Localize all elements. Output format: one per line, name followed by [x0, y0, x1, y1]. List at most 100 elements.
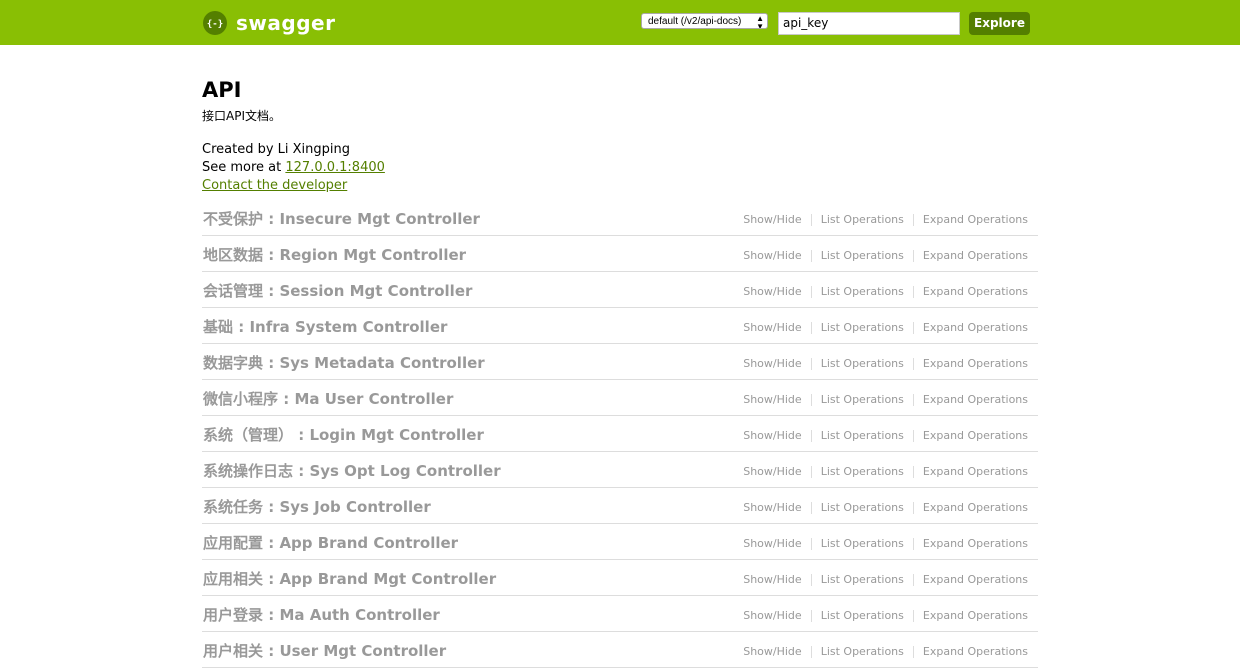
operations-divider — [912, 285, 914, 298]
api-title: API — [202, 78, 242, 102]
operations-divider — [912, 645, 914, 658]
contact-developer-link[interactable]: Contact the developer — [202, 178, 347, 193]
operations-divider — [912, 501, 914, 514]
list-operations-link[interactable]: List Operations — [821, 537, 904, 550]
expand-operations-link[interactable]: Expand Operations — [923, 537, 1028, 550]
operations-divider — [912, 249, 914, 262]
resource-name-link[interactable]: 地区数据 : Region Mgt Controller — [203, 244, 466, 265]
api-key-input[interactable]: api_key — [778, 12, 960, 35]
resource-name-link[interactable]: 会话管理 : Session Mgt Controller — [203, 280, 472, 301]
list-operations-link[interactable]: List Operations — [821, 285, 904, 298]
resource-operations: Show/Hide List Operations Expand Operation… — [743, 429, 1028, 442]
expand-operations-link[interactable]: Expand Operations — [923, 321, 1028, 334]
list-operations-link[interactable]: List Operations — [821, 429, 904, 442]
brand-name: swagger — [236, 11, 336, 35]
operations-divider — [810, 501, 812, 514]
show-hide-link[interactable]: Show/Hide — [743, 609, 801, 622]
show-hide-link[interactable]: Show/Hide — [743, 645, 801, 658]
resource-name-link[interactable]: 系统任务 : Sys Job Controller — [203, 496, 431, 517]
resource-row: 数据字典 : Sys Metadata Controller Show/Hide L… — [202, 344, 1038, 380]
list-operations-link[interactable]: List Operations — [821, 357, 904, 370]
resource-operations: Show/Hide List Operations Expand Operation… — [743, 285, 1028, 298]
list-operations-link[interactable]: List Operations — [821, 465, 904, 478]
resource-name-link[interactable]: 应用配置 : App Brand Controller — [203, 532, 458, 553]
resource-name-link[interactable]: 不受保护 : Insecure Mgt Controller — [203, 208, 480, 229]
operations-divider — [912, 213, 914, 226]
api-description: 接口API文档。 — [202, 109, 281, 123]
resource-name-link[interactable]: 应用相关 : App Brand Mgt Controller — [203, 568, 496, 589]
explore-button[interactable]: Explore — [969, 12, 1030, 35]
resource-name-link[interactable]: 用户相关 : User Mgt Controller — [203, 640, 446, 661]
resource-row: 会话管理 : Session Mgt Controller Show/Hide Li… — [202, 272, 1038, 308]
expand-operations-link[interactable]: Expand Operations — [923, 609, 1028, 622]
list-operations-link[interactable]: List Operations — [821, 609, 904, 622]
list-operations-link[interactable]: List Operations — [821, 501, 904, 514]
show-hide-link[interactable]: Show/Hide — [743, 393, 801, 406]
show-hide-link[interactable]: Show/Hide — [743, 501, 801, 514]
resource-operations: Show/Hide List Operations Expand Operation… — [743, 537, 1028, 550]
resource-row: 地区数据 : Region Mgt Controller Show/Hide Lis… — [202, 236, 1038, 272]
operations-divider — [810, 213, 812, 226]
list-operations-link[interactable]: List Operations — [821, 249, 904, 262]
list-operations-link[interactable]: List Operations — [821, 645, 904, 658]
expand-operations-link[interactable]: Expand Operations — [923, 249, 1028, 262]
api-info: API 接口API文档。 Created by Li Xingping See … — [202, 76, 802, 195]
resource-name-link[interactable]: 数据字典 : Sys Metadata Controller — [203, 352, 485, 373]
resource-row: 应用配置 : App Brand Controller Show/Hide List… — [202, 524, 1038, 560]
operations-divider — [810, 573, 812, 586]
top-bar: {-} swagger default (/v2/api-docs) ▲ ▼ ap… — [0, 0, 1240, 45]
resource-operations: Show/Hide List Operations Expand Operation… — [743, 213, 1028, 226]
expand-operations-link[interactable]: Expand Operations — [923, 285, 1028, 298]
spec-url-select[interactable]: default (/v2/api-docs) ▲ ▼ — [641, 13, 768, 29]
swagger-logo[interactable]: {-} swagger — [203, 10, 335, 36]
see-more-prefix: See more at — [202, 160, 286, 175]
operations-divider — [912, 465, 914, 478]
show-hide-link[interactable]: Show/Hide — [743, 285, 801, 298]
see-more: See more at 127.0.0.1:8400 — [202, 159, 802, 177]
show-hide-link[interactable]: Show/Hide — [743, 537, 801, 550]
resource-name-link[interactable]: 基础 : Infra System Controller — [203, 316, 447, 337]
resource-operations: Show/Hide List Operations Expand Operation… — [743, 357, 1028, 370]
expand-operations-link[interactable]: Expand Operations — [923, 465, 1028, 478]
show-hide-link[interactable]: Show/Hide — [743, 465, 801, 478]
expand-operations-link[interactable]: Expand Operations — [923, 213, 1028, 226]
resource-row: 系统操作日志 : Sys Opt Log Controller Show/Hide… — [202, 452, 1038, 488]
resource-operations: Show/Hide List Operations Expand Operation… — [743, 249, 1028, 262]
resource-operations: Show/Hide List Operations Expand Operation… — [743, 645, 1028, 658]
expand-operations-link[interactable]: Expand Operations — [923, 501, 1028, 514]
expand-operations-link[interactable]: Expand Operations — [923, 645, 1028, 658]
expand-operations-link[interactable]: Expand Operations — [923, 357, 1028, 370]
operations-divider — [810, 285, 812, 298]
operations-divider — [912, 609, 914, 622]
resource-row: 微信小程序 : Ma User Controller Show/Hide List … — [202, 380, 1038, 416]
resource-name-link[interactable]: 用户登录 : Ma Auth Controller — [203, 604, 440, 625]
list-operations-link[interactable]: List Operations — [821, 573, 904, 586]
resource-operations: Show/Hide List Operations Expand Operation… — [743, 465, 1028, 478]
expand-operations-link[interactable]: Expand Operations — [923, 573, 1028, 586]
operations-divider — [810, 429, 812, 442]
operations-divider — [912, 429, 914, 442]
see-more-link[interactable]: 127.0.0.1:8400 — [285, 160, 385, 175]
list-operations-link[interactable]: List Operations — [821, 321, 904, 334]
list-operations-link[interactable]: List Operations — [821, 393, 904, 406]
show-hide-link[interactable]: Show/Hide — [743, 213, 801, 226]
expand-operations-link[interactable]: Expand Operations — [923, 393, 1028, 406]
resource-name-link[interactable]: 系统（管理） : Login Mgt Controller — [203, 424, 484, 445]
resource-name-link[interactable]: 系统操作日志 : Sys Opt Log Controller — [203, 460, 501, 481]
show-hide-link[interactable]: Show/Hide — [743, 573, 801, 586]
list-operations-link[interactable]: List Operations — [821, 213, 904, 226]
resource-row: 系统任务 : Sys Job Controller Show/Hide List O… — [202, 488, 1038, 524]
show-hide-link[interactable]: Show/Hide — [743, 321, 801, 334]
resource-operations: Show/Hide List Operations Expand Operation… — [743, 393, 1028, 406]
resource-name-link[interactable]: 微信小程序 : Ma User Controller — [203, 388, 453, 409]
show-hide-link[interactable]: Show/Hide — [743, 429, 801, 442]
show-hide-link[interactable]: Show/Hide — [743, 357, 801, 370]
operations-divider — [810, 537, 812, 550]
expand-operations-link[interactable]: Expand Operations — [923, 429, 1028, 442]
operations-divider — [810, 357, 812, 370]
operations-divider — [912, 573, 914, 586]
operations-divider — [810, 645, 812, 658]
created-by: Created by Li Xingping — [202, 142, 351, 157]
resource-list: 不受保护 : Insecure Mgt Controller Show/Hide L… — [202, 200, 1038, 668]
show-hide-link[interactable]: Show/Hide — [743, 249, 801, 262]
